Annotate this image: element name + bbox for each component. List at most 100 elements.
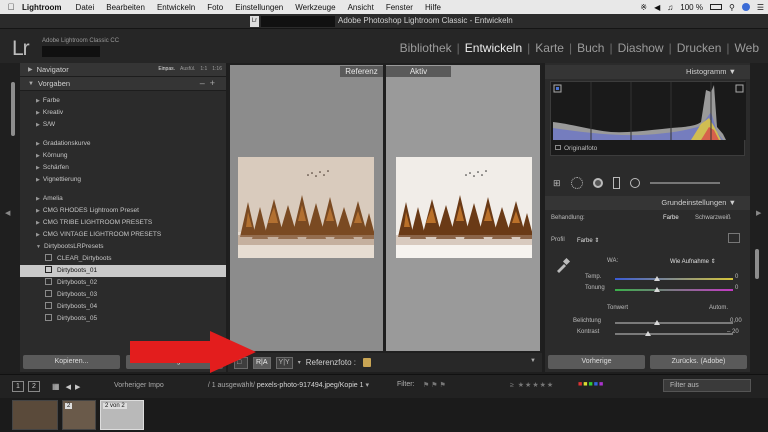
preset-group[interactable]: ▶ CMG TRIBE LIGHTROOM PRESETS [20,217,226,229]
window-2-button[interactable]: 2 [28,381,40,392]
temp-value[interactable]: 0 [735,274,738,280]
volume-icon[interactable]: ♫ [667,3,673,12]
preset-item[interactable]: Dirtyboots_05 [20,313,226,325]
module-drucken[interactable]: Drucken [674,41,725,55]
collapse-left-arrow-icon[interactable]: ◀ [5,209,10,217]
menu-werkzeuge[interactable]: Werkzeuge [295,3,335,12]
right-panel-edge[interactable]: ▶ [750,63,768,372]
zoom-fit[interactable]: Einpas. [158,66,175,72]
module-karte[interactable]: Karte [532,41,567,55]
previous-button[interactable]: Vorherige [548,355,645,369]
add-remove-preset-icons[interactable]: –+ [200,78,220,88]
spotlight-icon[interactable]: ⚲ [729,3,735,12]
preset-group[interactable]: ▶ Farbe [20,95,226,107]
radial-filter-icon[interactable] [629,178,640,188]
treatment-color-option[interactable]: Farbe [663,215,679,221]
color-label-filter[interactable]: ■■■■■ [578,381,604,388]
zoom-1-1[interactable]: 1:1 [200,66,207,72]
preset-group[interactable]: ▶ S/W [20,119,226,131]
menu-entwickeln[interactable]: Entwickeln [157,3,195,12]
film-thumbnail[interactable] [12,400,58,430]
back-arrow-icon[interactable]: ◀ [66,383,71,391]
profile-browser-icon[interactable] [728,233,740,243]
film-thumbnail[interactable]: 2 [62,400,96,430]
spot-removal-icon[interactable] [570,177,583,189]
bluetooth-icon[interactable]: ※ [640,3,647,12]
preset-item-selected[interactable]: Dirtyboots_01 [20,265,226,277]
grid-view-icon[interactable]: ▦ [52,382,60,391]
temp-slider-knob[interactable] [654,276,660,281]
module-buch[interactable]: Buch [574,41,607,55]
red-eye-icon[interactable] [592,178,603,188]
flag-filter-icons[interactable]: ⚑⚑⚑ [423,381,448,389]
preset-group[interactable]: ▶ Vignettierung [20,174,226,186]
preset-group[interactable]: ▶ Körnung [20,150,226,162]
active-pane[interactable]: Aktiv [386,65,540,351]
tint-slider-knob[interactable] [654,287,660,292]
wifi-icon[interactable]: ◀ [654,3,660,12]
auto-tone-button[interactable]: Autom. [709,305,728,311]
preset-group[interactable]: ▶ CMG RHODES Lightroom Preset [20,205,226,217]
preset-item[interactable]: Dirtyboots_02 [20,277,226,289]
preset-item[interactable]: CLEAR_Dirtyboots [20,253,226,265]
contrast-slider[interactable] [615,333,733,335]
preset-group-open[interactable]: ▼ DirtybootsLRPresets [20,241,226,253]
white-balance-picker-icon[interactable] [555,257,571,273]
preset-group[interactable]: ▶ Kreativ [20,107,226,119]
contrast-slider-knob[interactable] [645,331,651,336]
exposure-slider-knob[interactable] [654,320,660,325]
basic-header[interactable]: Grundeinstellungen ▼ [545,196,750,210]
temp-slider[interactable] [615,278,733,280]
original-photo-row[interactable]: Originalfoto [555,145,597,152]
preset-group[interactable]: ▶ Amelia [20,193,226,205]
copy-settings-button[interactable]: Kopieren... [23,355,120,369]
menu-einstellungen[interactable]: Einstellungen [235,3,283,12]
left-panel-edge[interactable]: ◀ [0,63,20,372]
apple-menu-icon[interactable]:  [0,2,22,12]
before-after-button[interactable]: Y|Y [275,356,293,369]
reference-pane[interactable]: Referenz [230,65,383,351]
menu-app-name[interactable]: Lightroom [22,3,62,12]
preset-item[interactable]: Dirtyboots_04 [20,301,226,313]
notification-center-icon[interactable]: ☰ [757,3,764,12]
lock-icon[interactable] [362,358,371,367]
filmstrip-source[interactable]: Vorheriger Impo / 1 ausgewählt/ pexels-ph… [114,381,369,389]
histogram-header[interactable]: Histogramm ▼ [545,65,750,79]
collapse-right-arrow-icon[interactable]: ▶ [756,209,761,217]
menu-ansicht[interactable]: Ansicht [348,3,374,12]
tint-value[interactable]: 0 [735,285,738,291]
checkbox[interactable] [555,145,561,150]
zoom-fill[interactable]: Ausfül. [180,66,195,72]
menu-fenster[interactable]: Fenster [386,3,413,12]
menu-bearbeiten[interactable]: Bearbeiten [106,3,145,12]
battery-percent[interactable]: 100 % [680,3,703,12]
contrast-value[interactable]: – 20 [727,329,739,335]
view-dropdown-icon[interactable]: ▾ [298,359,301,366]
filter-dropdown[interactable]: Filter aus [663,379,751,392]
menu-datei[interactable]: Datei [76,3,95,12]
window-1-button[interactable]: 1 [12,381,24,392]
presets-header[interactable]: ▼ Vorgaben –+ [20,77,226,91]
navigator-header[interactable]: ▶ Navigator Einpas. Ausfül. 1:1 1:16 [20,63,226,77]
graduated-filter-icon[interactable] [612,177,620,189]
film-thumbnail-selected[interactable]: 2 von 2 [100,400,144,430]
toolbar-menu-icon[interactable]: ▼ [530,358,536,364]
module-diashow[interactable]: Diashow [615,41,667,55]
adjustment-brush-icon[interactable] [649,182,720,184]
user-avatar-icon[interactable] [741,3,750,11]
left-scrollbar[interactable] [11,82,15,136]
preset-group[interactable]: ▶ Schärfen [20,162,226,174]
rating-filter-stars[interactable]: ≥ ★★★★★ [510,381,554,389]
module-web[interactable]: Web [732,41,762,55]
wb-dropdown[interactable]: Wie Aufnahme ⇕ [670,258,716,265]
crop-tool-icon[interactable]: ⊞ [553,178,561,189]
preset-item[interactable]: Dirtyboots_03 [20,289,226,301]
exposure-slider[interactable] [615,322,733,324]
right-scrollbar[interactable] [755,249,759,279]
zoom-1-16[interactable]: 1:16 [212,66,222,72]
menu-foto[interactable]: Foto [207,3,223,12]
menu-hilfe[interactable]: Hilfe [425,3,441,12]
module-bibliothek[interactable]: Bibliothek [397,41,455,55]
tint-slider[interactable] [615,289,733,291]
forward-arrow-icon[interactable]: ▶ [75,383,80,391]
